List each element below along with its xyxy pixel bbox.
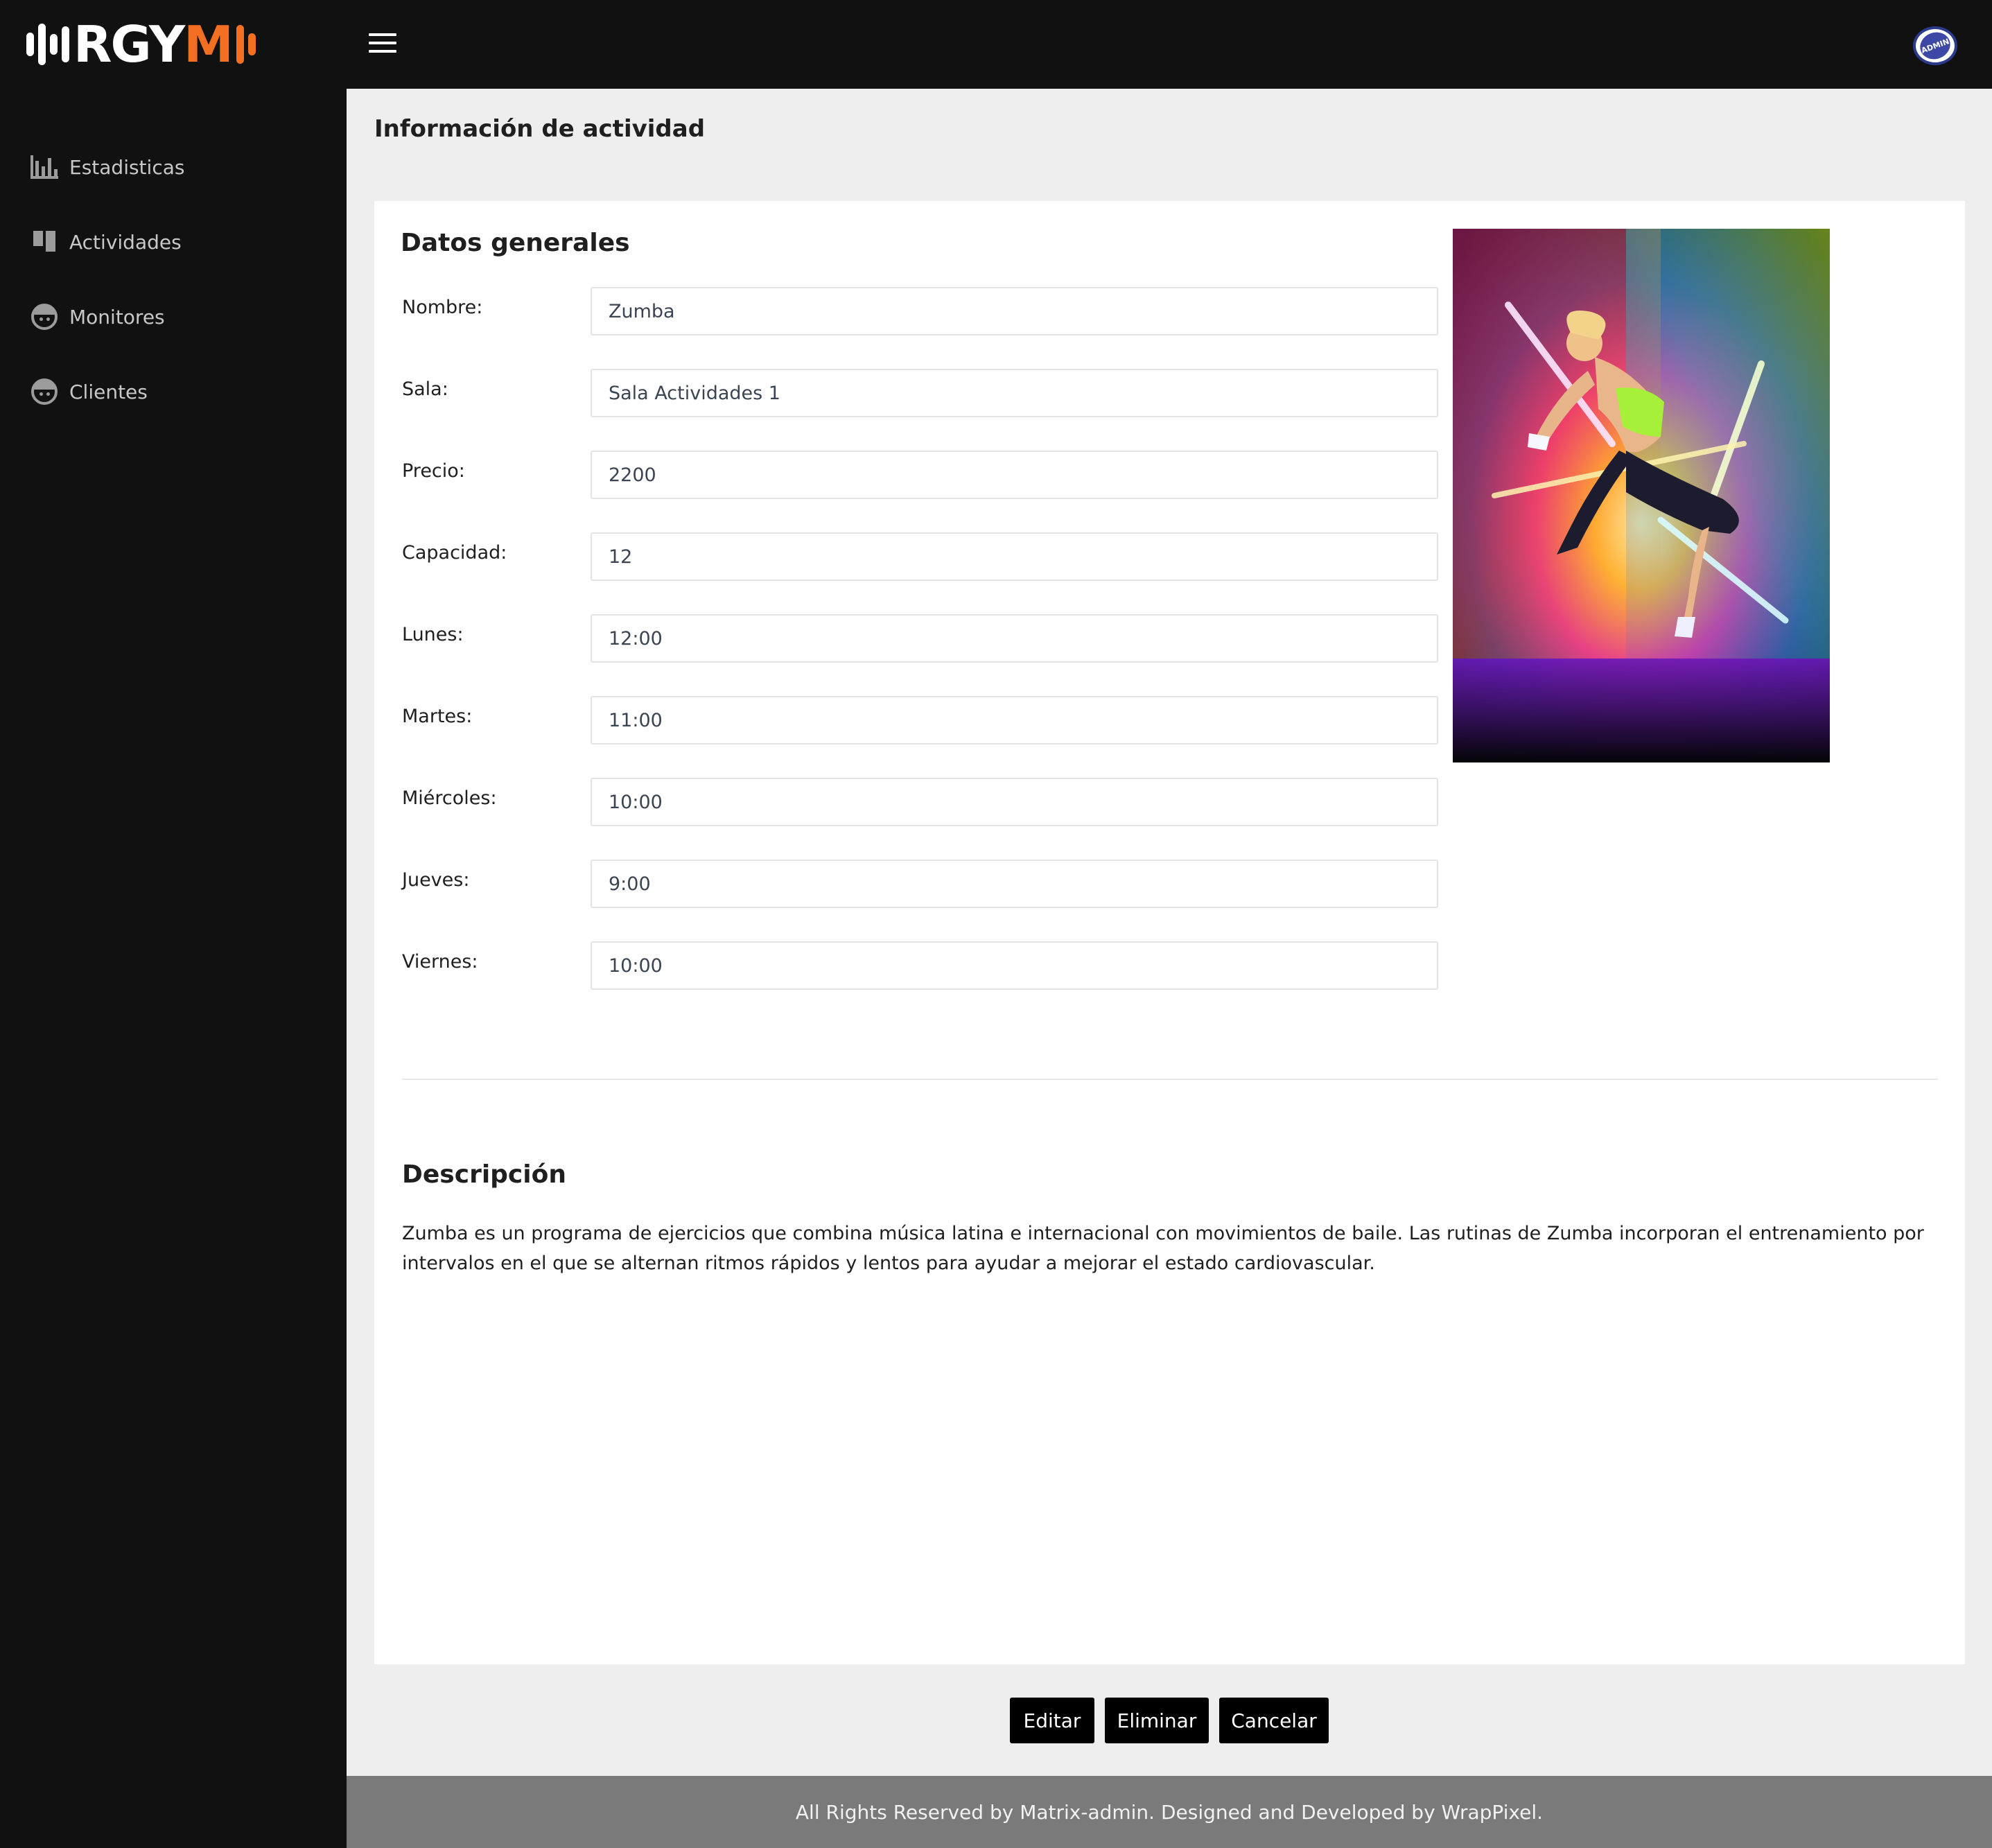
field-label: Precio:	[402, 460, 465, 482]
martes-input[interactable]	[591, 696, 1438, 744]
viernes-input[interactable]	[591, 941, 1438, 990]
field-label: Jueves:	[402, 869, 470, 891]
logo-sound-bars-mid	[50, 26, 69, 62]
sidebar-item-clientes[interactable]: Clientes	[30, 374, 322, 409]
section-divider	[402, 1079, 1938, 1080]
sidebar-item-label: Actividades	[69, 230, 182, 254]
form-row-precio: Precio:	[402, 451, 1442, 499]
sidebar-item-monitores[interactable]: Monitores	[30, 299, 322, 334]
footer-text: All Rights Reserved by Matrix-admin. Des…	[795, 1800, 1544, 1824]
miercoles-input[interactable]	[591, 778, 1438, 826]
general-section-title: Datos generales	[401, 229, 630, 257]
delete-button[interactable]: Eliminar	[1105, 1698, 1209, 1743]
top-navbar: RGYM ADMIN	[0, 0, 1992, 89]
dashboard-icon	[30, 228, 58, 256]
logo-sound-bars-left	[26, 24, 46, 65]
field-label: Martes:	[402, 706, 473, 727]
sidebar-item-label: Clientes	[69, 380, 148, 403]
sala-input[interactable]	[591, 369, 1438, 417]
edit-button[interactable]: Editar	[1010, 1698, 1094, 1743]
sidebar-item-label: Monitores	[69, 305, 165, 329]
form-row-capacidad: Capacidad:	[402, 532, 1442, 581]
activity-card: Datos generales Nombre: Sala: Precio: Ca…	[374, 201, 1965, 1664]
field-label: Sala:	[402, 378, 448, 400]
logo-sound-bars-right	[236, 25, 256, 64]
page-title: Información de actividad	[374, 115, 706, 143]
lunes-input[interactable]	[591, 614, 1438, 663]
field-label: Capacidad:	[402, 542, 507, 564]
sidebar-item-actividades[interactable]: Actividades	[30, 225, 322, 259]
bar-chart-icon	[30, 153, 58, 181]
activity-photo	[1453, 229, 1830, 762]
jueves-input[interactable]	[591, 860, 1438, 908]
face-icon	[30, 303, 58, 331]
field-label: Nombre:	[402, 297, 483, 318]
avatar-badge-text: ADMIN	[1916, 28, 1955, 64]
form-row-viernes: Viernes:	[402, 941, 1442, 990]
description-section-title: Descripción	[402, 1160, 566, 1189]
sidebar: Estadisticas Actividades Monitores Clien…	[0, 89, 347, 1848]
field-label: Lunes:	[402, 624, 464, 645]
form-row-nombre: Nombre:	[402, 287, 1442, 335]
description-text: Zumba es un programa de ejercicios que c…	[402, 1223, 1924, 1274]
admin-avatar[interactable]: ADMIN	[1913, 26, 1957, 65]
field-label: Viernes:	[402, 951, 478, 973]
logo-text: RGYM	[73, 15, 234, 73]
sidebar-item-estadisticas[interactable]: Estadisticas	[30, 150, 322, 184]
face-icon	[30, 378, 58, 406]
field-label: Miércoles:	[402, 787, 497, 809]
form-row-jueves: Jueves:	[402, 860, 1442, 908]
hamburger-icon[interactable]	[369, 33, 396, 55]
form-row-sala: Sala:	[402, 369, 1442, 417]
cancel-button[interactable]: Cancelar	[1219, 1698, 1329, 1743]
sidebar-item-label: Estadisticas	[69, 155, 185, 179]
form-row-miercoles: Miércoles:	[402, 778, 1442, 826]
precio-input[interactable]	[591, 451, 1438, 499]
form-row-martes: Martes:	[402, 696, 1442, 744]
footer: All Rights Reserved by Matrix-admin. Des…	[347, 1776, 1992, 1848]
form-row-lunes: Lunes:	[402, 614, 1442, 663]
brand-logo[interactable]: RGYM	[26, 18, 283, 71]
nombre-input[interactable]	[591, 287, 1438, 335]
capacidad-input[interactable]	[591, 532, 1438, 581]
